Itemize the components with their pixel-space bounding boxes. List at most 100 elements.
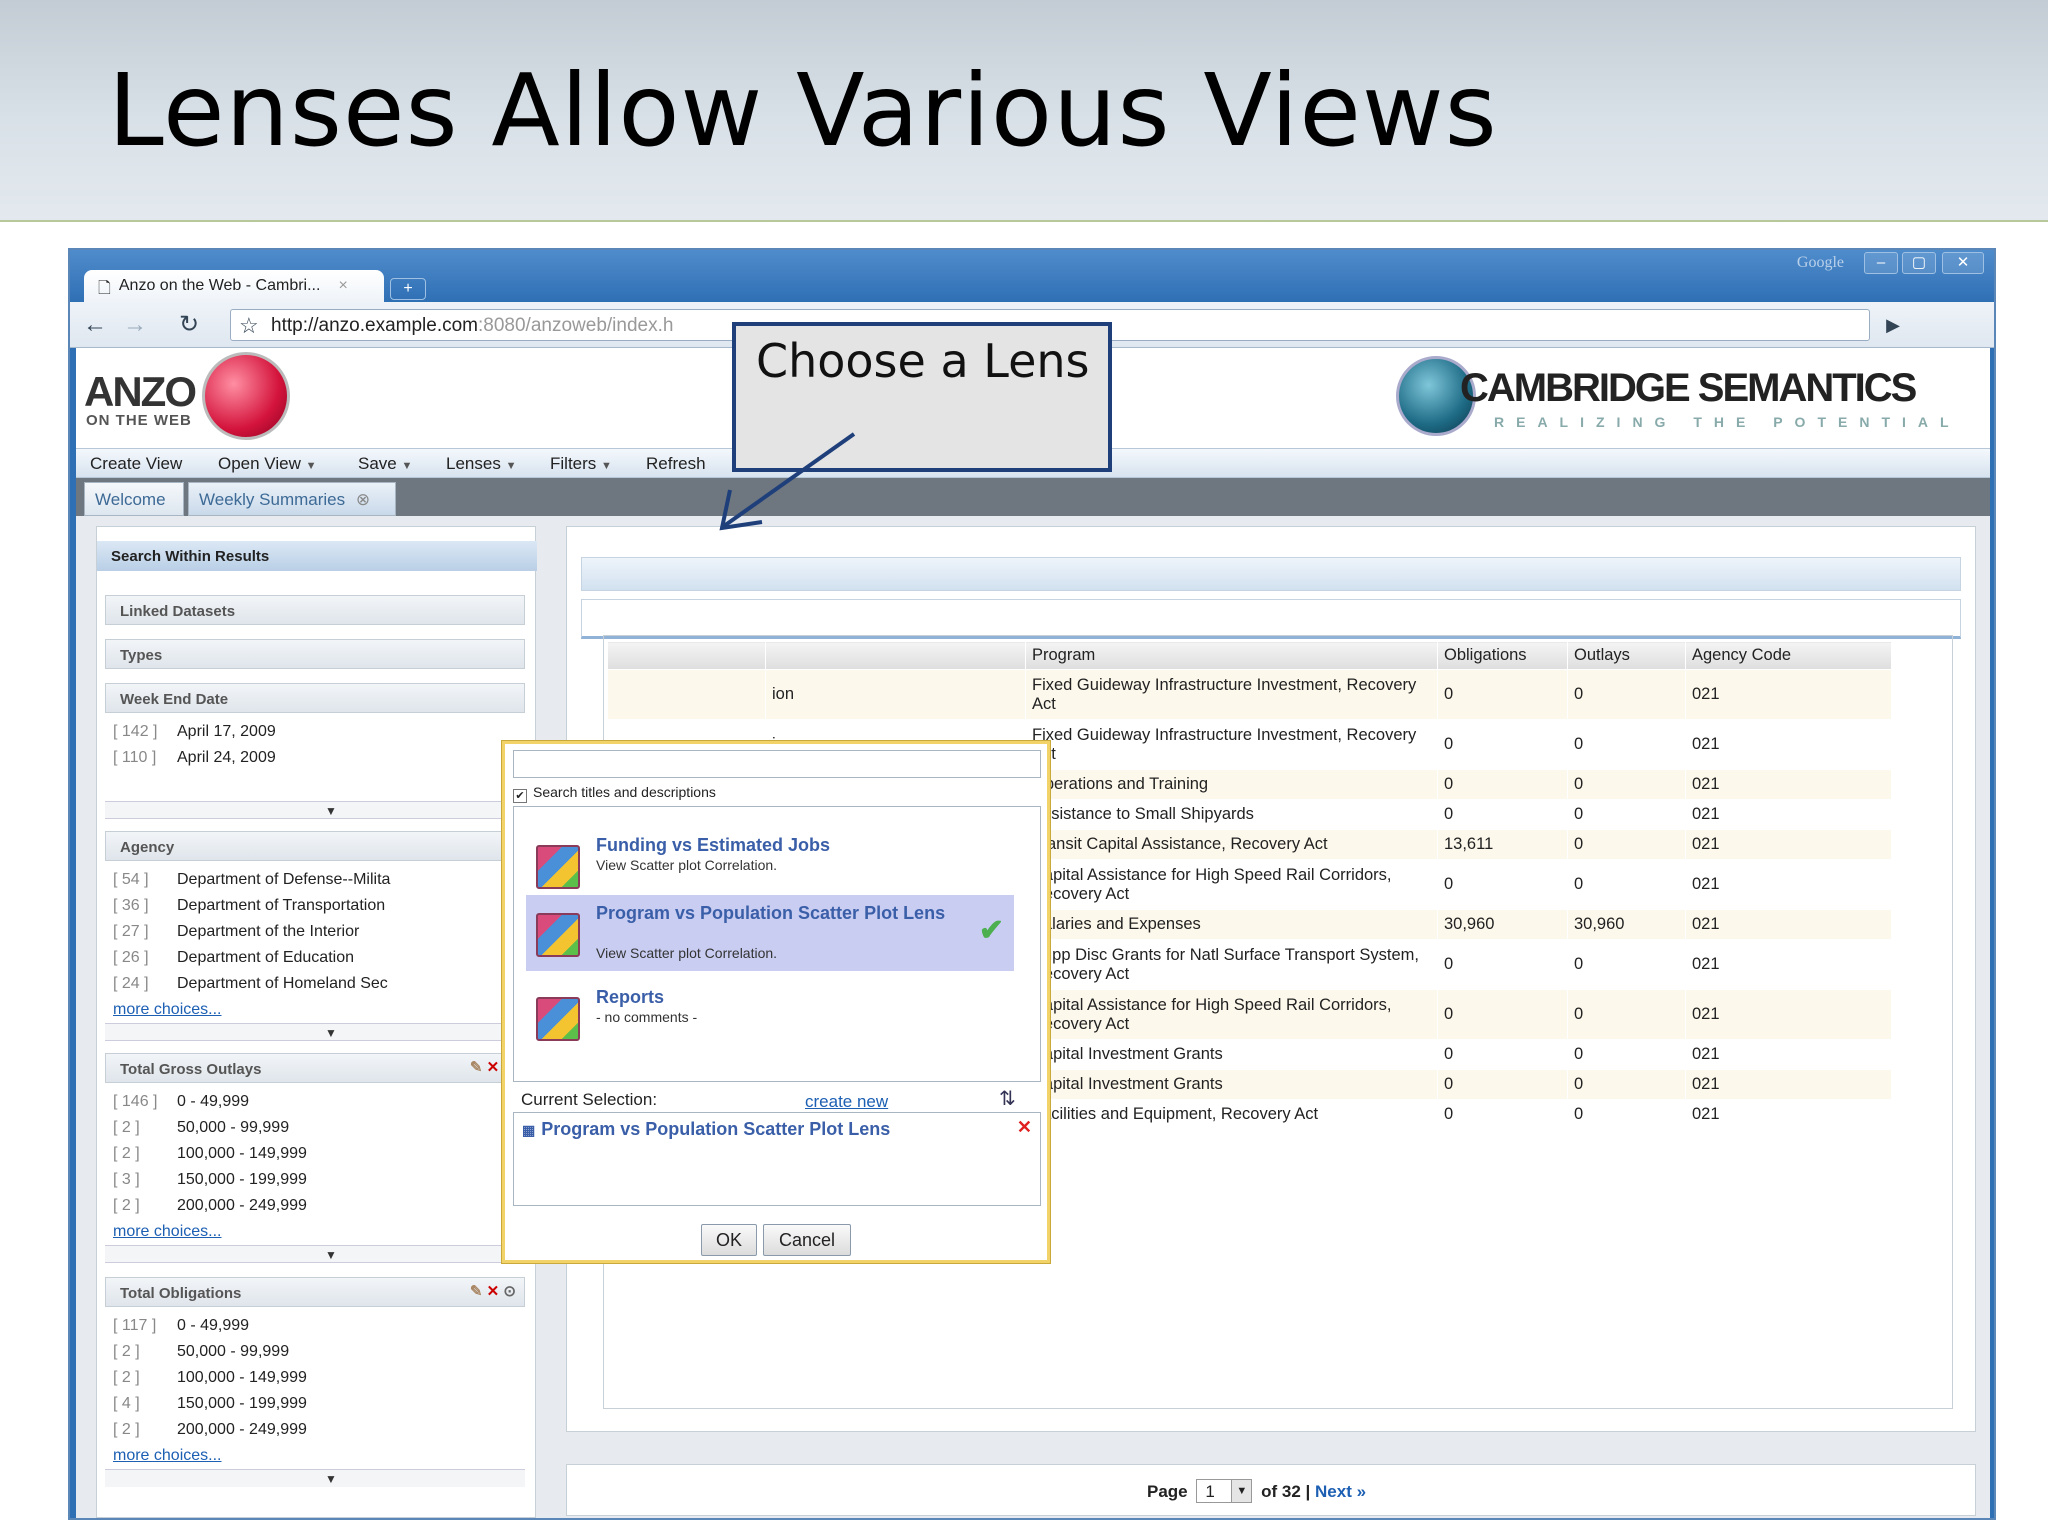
search-within-results-header[interactable]: Search Within Results	[97, 541, 537, 571]
facet-row[interactable]: [ 142 ] April 17, 2009	[113, 723, 276, 741]
forward-arrow-icon[interactable]: →	[120, 310, 150, 340]
remove-icon[interactable]: ✕	[487, 1283, 500, 1300]
facet-row[interactable]: [ 117 ] 0 - 49,999	[113, 1317, 249, 1335]
checkbox-checked-icon[interactable]: ✔	[513, 789, 527, 803]
total-gross-outlays-header[interactable]: Total Gross Outlays✎ ✕ ⊙	[105, 1053, 525, 1083]
lens-list: Funding vs Estimated Jobs View Scatter p…	[513, 806, 1041, 1082]
cell-obligations: 0	[1437, 859, 1568, 910]
facet-row[interactable]: [ 2 ] 100,000 - 149,999	[113, 1369, 307, 1387]
facet-count: [ 3 ]	[113, 1171, 140, 1188]
cell-agency-code: 021	[1685, 989, 1892, 1040]
types-header[interactable]: Types	[105, 639, 525, 669]
facet-count: [ 24 ]	[113, 975, 149, 992]
lens-search-input[interactable]	[513, 750, 1041, 778]
remove-icon[interactable]: ✕	[487, 1059, 500, 1076]
play-icon[interactable]: ▶	[1878, 310, 1908, 340]
expand-bar[interactable]: ▼	[105, 801, 525, 819]
next-page-link[interactable]: Next »	[1315, 1482, 1366, 1501]
reload-icon[interactable]: ↻	[174, 310, 204, 340]
week-end-date-header[interactable]: Week End Date	[105, 683, 525, 713]
sort-icon[interactable]: ⇅	[999, 1086, 1016, 1111]
facet-row[interactable]: [ 2 ] 50,000 - 99,999	[113, 1119, 289, 1137]
more-choices-link[interactable]: more choices...	[113, 1223, 221, 1241]
page-select[interactable]: 1 ▼	[1196, 1479, 1253, 1503]
tab-close-icon[interactable]: ×	[338, 277, 347, 304]
facet-row[interactable]: [ 24 ] Department of Homeland Sec	[113, 975, 388, 993]
facet-row[interactable]: [ 2 ] 100,000 - 149,999	[113, 1145, 307, 1163]
column-header[interactable]	[765, 641, 1026, 670]
current-selection-item[interactable]: ▦ Program vs Population Scatter Plot Lens	[522, 1119, 890, 1140]
tab-weekly-summaries[interactable]: Weekly Summaries ⊗	[188, 482, 396, 516]
star-icon[interactable]: ☆	[239, 313, 259, 339]
facet-header-icons[interactable]: ✎ ✕ ⊙	[470, 1282, 516, 1300]
facet-row[interactable]: [ 36 ] Department of Transportation	[113, 897, 385, 915]
cambridge-semantics-logo: CAMBRIDGE SEMANTICS REALIZING THE POTENT…	[1396, 354, 1986, 438]
back-arrow-icon[interactable]: ←	[80, 310, 110, 340]
tab-welcome[interactable]: Welcome	[84, 482, 184, 516]
menu-open-view[interactable]: Open View ▼	[218, 454, 316, 474]
browser-tab[interactable]: 🗋 Anzo on the Web - Cambri... ×	[84, 270, 384, 304]
expand-bar[interactable]: ▼	[105, 1023, 525, 1041]
facet-row[interactable]: [ 110 ] April 24, 2009	[113, 749, 276, 767]
close-window-button[interactable]: ✕	[1942, 252, 1984, 274]
facet-row[interactable]: [ 2 ] 200,000 - 249,999	[113, 1197, 307, 1215]
facet-row[interactable]: [ 27 ] Department of the Interior	[113, 923, 359, 941]
facet-row[interactable]: [ 3 ] 150,000 - 199,999	[113, 1171, 307, 1189]
cell-agency-code: 021	[1685, 1099, 1892, 1130]
menu-lenses[interactable]: Lenses ▼	[446, 454, 516, 474]
facet-row[interactable]: [ 4 ] 150,000 - 199,999	[113, 1395, 307, 1413]
facet-row[interactable]: [ 2 ] 50,000 - 99,999	[113, 1343, 289, 1361]
new-tab-button[interactable]: +	[390, 278, 426, 300]
cancel-button[interactable]: Cancel	[763, 1224, 851, 1256]
column-header-agency-code[interactable]: Agency Code	[1685, 641, 1892, 670]
lens-item-program-population[interactable]: Program vs Population Scatter Plot Lens …	[526, 895, 1014, 971]
pager: Page 1 ▼ of 32 | Next »	[1147, 1479, 1366, 1503]
remove-selection-icon[interactable]: ✕	[1017, 1117, 1032, 1138]
facet-count: [ 2 ]	[113, 1343, 140, 1360]
menu-save[interactable]: Save ▼	[358, 454, 412, 474]
agency-header[interactable]: Agency	[105, 831, 525, 861]
more-choices-link[interactable]: more choices...	[113, 1447, 221, 1465]
lens-item-funding[interactable]: Funding vs Estimated Jobs View Scatter p…	[526, 827, 1014, 903]
maximize-button[interactable]: ▢	[1902, 252, 1936, 274]
more-choices-link[interactable]: more choices...	[113, 1001, 221, 1019]
search-titles-checkbox-row[interactable]: ✔ Search titles and descriptions	[513, 784, 716, 803]
create-new-link[interactable]: create new	[805, 1092, 888, 1112]
menu-refresh[interactable]: Refresh	[646, 454, 706, 474]
tab-close-icon[interactable]: ⊗	[356, 490, 370, 509]
slide-title: Lenses Allow Various Views	[108, 52, 1498, 169]
table-row[interactable]: ionFixed Guideway Infrastructure Investm…	[607, 669, 1892, 720]
menu-create-view[interactable]: Create View	[90, 454, 182, 474]
column-header-obligations[interactable]: Obligations	[1437, 641, 1568, 670]
chevron-down-icon[interactable]: ▼	[1231, 1480, 1252, 1502]
facet-label: 200,000 - 249,999	[177, 1421, 307, 1438]
table-header-row: Program Obligations Outlays Agency Code	[607, 641, 1892, 670]
column-header[interactable]	[607, 641, 766, 670]
expand-bar[interactable]: ▼	[105, 1245, 525, 1263]
facet-count: [ 110 ]	[113, 749, 157, 766]
page-icon: 🗋	[98, 280, 111, 297]
cell-agency-code: 021	[1685, 799, 1892, 830]
edit-icon[interactable]: ✎	[470, 1059, 483, 1076]
linked-datasets-header[interactable]: Linked Datasets	[105, 595, 525, 625]
ok-button[interactable]: OK	[701, 1224, 757, 1256]
menu-filters[interactable]: Filters ▼	[550, 454, 612, 474]
cell-agency-code: 021	[1685, 829, 1892, 860]
column-header-program[interactable]: Program	[1025, 641, 1438, 670]
cell-agency-code: 021	[1685, 909, 1892, 940]
lens-item-reports[interactable]: Reports - no comments -	[526, 979, 1014, 1055]
edit-icon[interactable]: ✎	[470, 1283, 483, 1300]
menu-lenses-label: Lenses	[446, 454, 501, 473]
facet-row[interactable]: [ 146 ] 0 - 49,999	[113, 1093, 249, 1111]
facet-row[interactable]: [ 54 ] Department of Defense--Milita	[113, 871, 390, 889]
total-obligations-header[interactable]: Total Obligations ✎ ✕ ⊙	[105, 1277, 525, 1307]
expand-bar[interactable]: ▼	[105, 1469, 525, 1487]
chevron-down-icon: ▼	[325, 1026, 337, 1040]
column-header-outlays[interactable]: Outlays	[1567, 641, 1686, 670]
facet-label: 0 - 49,999	[177, 1317, 250, 1334]
facet-row[interactable]: [ 26 ] Department of Education	[113, 949, 354, 967]
collapse-icon[interactable]: ⊙	[503, 1283, 516, 1300]
minimize-button[interactable]: –	[1864, 252, 1898, 274]
facet-row[interactable]: [ 2 ] 200,000 - 249,999	[113, 1421, 307, 1439]
cell-obligations: 0	[1437, 669, 1568, 720]
